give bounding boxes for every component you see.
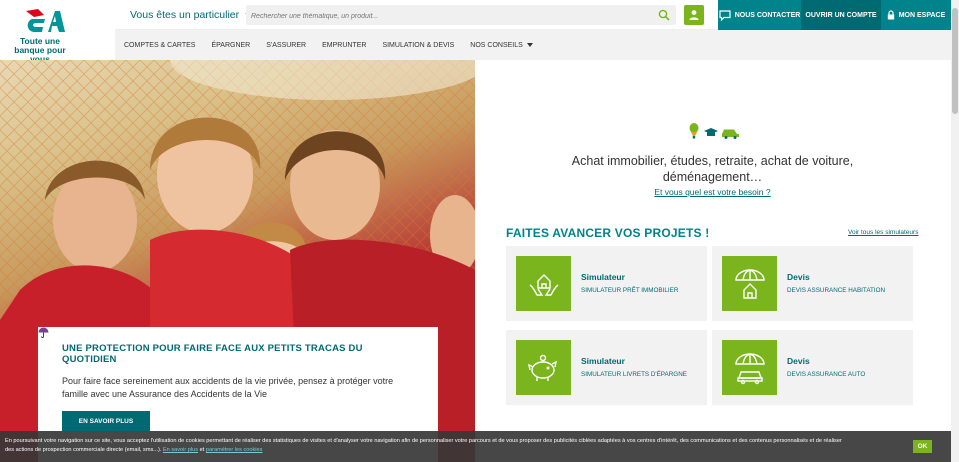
main-nav: COMPTES & CARTES ÉPARGNER S'ASSURER EMPR… [115, 30, 951, 60]
house-hands-icon [516, 256, 571, 311]
cookie-and: et [199, 447, 205, 453]
tile-kind: Simulateur [581, 272, 625, 282]
lock-icon [887, 10, 894, 20]
cookie-text-block: En poursuivant votre navigation sur ce s… [5, 437, 845, 455]
scrollbar-thumb[interactable] [952, 8, 958, 114]
needs-headline: Achat immobilier, études, retraite, acha… [571, 154, 854, 184]
cookie-text: En poursuivant votre navigation sur ce s… [5, 438, 842, 453]
piggy-bank-icon [516, 340, 571, 395]
umbrella-house-icon [722, 256, 777, 311]
all-simulators-link[interactable]: Voir tous les simulateurs [848, 229, 918, 236]
tile-devis-assurance-habitation[interactable]: Devis DEVIS ASSURANCE HABITATION [712, 246, 913, 321]
nav-item-label: ÉPARGNER [211, 41, 251, 49]
car-icon [722, 129, 739, 139]
contact-label: NOUS CONTACTER [734, 11, 801, 19]
search-icon[interactable] [658, 9, 670, 21]
nav-item-label: SIMULATION & DEVIS [382, 41, 455, 49]
hero-image: UNE PROTECTION POUR FAIRE FACE AUX PETIT… [0, 60, 475, 462]
tile-simulateur-livrets-epargne[interactable]: Simulateur SIMULATEUR LIVRETS D'ÉPARGNE [506, 330, 707, 405]
tile-label: DEVIS ASSURANCE HABITATION [787, 287, 886, 294]
visitor-type-selector[interactable]: Vous êtes un particulier [130, 9, 254, 21]
tile-label: DEVIS ASSURANCE AUTO [787, 371, 866, 378]
ca-logo-icon [26, 9, 65, 32]
my-space-button[interactable]: MON ESPACE [881, 0, 951, 30]
tile-label: SIMULATEUR PRÊT IMMOBILIER [581, 287, 679, 294]
promo-text: Pour faire face sereinement aux accident… [62, 376, 394, 399]
chat-icon [719, 9, 731, 21]
page-scrollbar[interactable] [951, 0, 959, 462]
logo[interactable]: Toute une banque pour vous [0, 0, 115, 64]
advisor-button[interactable] [684, 5, 704, 25]
nav-item-sassurer[interactable]: S'ASSURER [266, 42, 306, 49]
contact-button[interactable]: NOUS CONTACTER [718, 0, 801, 30]
nav-item-nos-conseils[interactable]: NOS CONSEILS [470, 42, 533, 49]
nav-item-simulation-devis[interactable]: SIMULATION & DEVIS [382, 42, 454, 49]
open-account-label: OUVRIR UN COMPTE [805, 11, 877, 19]
cookie-ok-label: OK [917, 443, 928, 450]
learn-more-button[interactable]: EN SAVOIR PLUS [62, 411, 150, 431]
tile-devis-assurance-auto[interactable]: Devis DEVIS ASSURANCE AUTO [712, 330, 913, 405]
promo-title-text: UNE PROTECTION POUR FAIRE FACE AUX PETIT… [62, 343, 363, 365]
cookie-ok-button[interactable]: OK [913, 440, 932, 453]
visitor-type-label: Vous êtes un particulier [130, 9, 240, 21]
nav-item-epargner[interactable]: ÉPARGNER [211, 42, 250, 49]
projects-title: FAITES AVANCER VOS PROJETS ! [506, 226, 710, 240]
hot-air-balloon-icon [689, 123, 699, 139]
learn-more-label: EN SAVOIR PLUS [78, 417, 134, 425]
life-projects-icons [689, 123, 739, 139]
nav-item-label: NOS CONSEILS [470, 41, 523, 49]
search-input[interactable] [246, 6, 646, 27]
caret-down-icon [526, 43, 533, 47]
tile-simulateur-pret-immobilier[interactable]: Simulateur SIMULATEUR PRÊT IMMOBILIER [506, 246, 707, 321]
tile-label: SIMULATEUR LIVRETS D'ÉPARGNE [581, 371, 687, 378]
tile-kind: Simulateur [581, 356, 625, 366]
nav-item-label: EMPRUNTER [322, 41, 367, 49]
umbrella-car-icon [722, 340, 777, 395]
tile-kind: Devis [787, 356, 810, 366]
advisor-icon [689, 10, 699, 20]
cookie-banner: En poursuivant votre navigation sur ce s… [0, 431, 951, 462]
open-account-button[interactable]: OUVRIR UN COMPTE [801, 0, 881, 30]
nav-item-label: S'ASSURER [266, 41, 307, 49]
needs-link[interactable]: Et vous quel est votre besoin ? [560, 187, 865, 197]
tile-kind: Devis [787, 272, 810, 282]
umbrella-icon [38, 327, 49, 338]
nav-item-label: COMPTES & CARTES [124, 41, 196, 49]
search-bar [246, 5, 676, 27]
cookie-settings-link[interactable]: paramétrer les cookies [206, 447, 263, 453]
nav-item-emprunter[interactable]: EMPRUNTER [322, 42, 366, 49]
cookie-learn-more-link[interactable]: En savoir plus [163, 447, 198, 453]
top-bar: Vous êtes un particulier NOUS CONTACTER … [115, 0, 959, 30]
page: Toute une banque pour vous Vous êtes un … [0, 0, 959, 462]
my-space-label: MON ESPACE [898, 11, 946, 19]
promo-title: UNE PROTECTION POUR FAIRE FACE AUX PETIT… [38, 327, 414, 365]
nav-item-comptes-cartes[interactable]: COMPTES & CARTES [124, 42, 195, 49]
graduation-cap-icon [704, 128, 718, 136]
